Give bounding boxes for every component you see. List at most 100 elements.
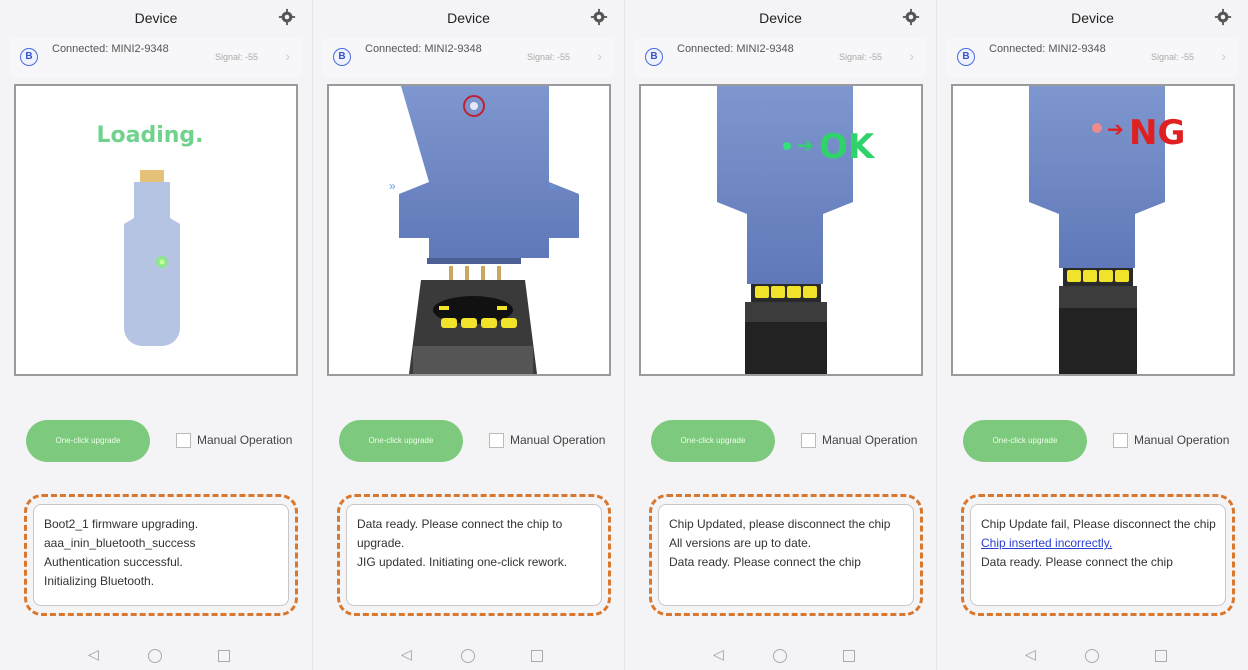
- screen-ok: Device B Connected: MINI2-9348 Signal: -…: [624, 0, 936, 670]
- log-line: Chip Updated, please disconnect the chip: [669, 517, 891, 531]
- status-overlay: OK: [819, 127, 876, 167]
- connected-label: Connected: MINI2-9348: [989, 43, 1106, 55]
- connection-row[interactable]: B Connected: MINI2-9348 Signal: -55 ›: [323, 38, 614, 78]
- manual-operation-toggle[interactable]: Manual Operation: [801, 430, 917, 450]
- title-bar: Device: [313, 4, 624, 32]
- chevron-down-icon: »: [389, 179, 396, 193]
- log-line: Chip Update fail, Please disconnect the …: [981, 517, 1216, 531]
- system-nav-bar: ◁: [937, 640, 1248, 670]
- gear-icon[interactable]: [590, 8, 608, 26]
- back-triangle-icon[interactable]: ◁: [713, 646, 724, 663]
- device-illustration: Loading.: [14, 84, 298, 376]
- log-line: Boot2_1 firmware upgrading.: [44, 517, 199, 531]
- signal-label: Signal: -55: [214, 52, 258, 62]
- manual-operation-label: Manual Operation: [197, 433, 293, 447]
- status-overlay: Loading.: [96, 123, 203, 148]
- home-circle-icon[interactable]: [148, 649, 162, 663]
- log-highlight: Chip Update fail, Please disconnect the …: [961, 494, 1235, 616]
- one-click-upgrade-button[interactable]: One-click upgrade: [651, 420, 775, 462]
- page-title: Device: [134, 10, 178, 26]
- bluetooth-icon: B: [20, 48, 38, 66]
- log-box: Chip Update fail, Please disconnect the …: [970, 504, 1226, 606]
- chevron-right-icon: ›: [285, 48, 290, 64]
- recent-square-icon[interactable]: [218, 650, 230, 662]
- home-circle-icon[interactable]: [773, 649, 787, 663]
- log-line: Data ready. Please connect the chip: [981, 555, 1173, 569]
- manual-operation-toggle[interactable]: Manual Operation: [176, 430, 292, 450]
- connected-label: Connected: MINI2-9348: [677, 43, 794, 55]
- connection-row[interactable]: B Connected: MINI2-9348 Signal: -55 ›: [635, 38, 926, 78]
- one-click-upgrade-button[interactable]: One-click upgrade: [963, 420, 1087, 462]
- home-circle-icon[interactable]: [1085, 649, 1099, 663]
- screen-data-ready: Device B Connected: MINI2-9348 Signal: -…: [312, 0, 624, 670]
- manual-operation-checkbox[interactable]: [489, 432, 504, 448]
- page-title: Device: [759, 10, 802, 26]
- bluetooth-icon: B: [957, 48, 975, 66]
- recent-square-icon[interactable]: [531, 650, 543, 662]
- page-title: Device: [447, 10, 490, 26]
- manual-operation-checkbox[interactable]: [1113, 432, 1128, 448]
- title-bar: Device: [625, 4, 936, 32]
- log-line: JIG updated. Initiating one-click rework…: [357, 555, 568, 569]
- connection-row[interactable]: B Connected: MINI2-9348 Signal: -55 ›: [10, 38, 302, 78]
- chevron-right-icon: ›: [909, 48, 914, 64]
- home-circle-icon[interactable]: [461, 649, 475, 663]
- status-overlay: NG: [1129, 113, 1185, 153]
- manual-operation-toggle[interactable]: Manual Operation: [1113, 430, 1229, 450]
- back-triangle-icon[interactable]: ◁: [88, 646, 99, 663]
- log-line: All versions are up to date.: [669, 536, 812, 550]
- log-highlight: Data ready. Please connect the chip to u…: [337, 494, 611, 616]
- system-nav-bar: ◁: [313, 640, 624, 670]
- back-triangle-icon[interactable]: ◁: [1025, 646, 1036, 663]
- log-highlight: Chip Updated, please disconnect the chip…: [649, 494, 923, 616]
- chevron-right-icon: ›: [1221, 48, 1226, 64]
- connection-row[interactable]: B Connected: MINI2-9348 Signal: -55 ›: [947, 38, 1238, 78]
- screens-row: Device B Connected: MINI2-9348 Signal: -…: [0, 0, 1248, 670]
- chevron-down-icon: »: [549, 179, 556, 193]
- page-title: Device: [1071, 10, 1114, 26]
- signal-label: Signal: -55: [838, 52, 882, 62]
- system-nav-bar: ◁: [625, 640, 936, 670]
- title-bar: Device: [0, 4, 312, 32]
- chevron-right-icon: ›: [597, 48, 602, 64]
- one-click-upgrade-button[interactable]: One-click upgrade: [339, 420, 463, 462]
- manual-operation-checkbox[interactable]: [801, 432, 816, 448]
- log-line: Authentication successful.: [44, 555, 183, 569]
- screen-ng: Device B Connected: MINI2-9348 Signal: -…: [936, 0, 1248, 670]
- signal-label: Signal: -55: [1150, 52, 1194, 62]
- svg-text:➔: ➔: [1107, 119, 1124, 141]
- system-nav-bar: ◁: [0, 640, 312, 670]
- log-box: Chip Updated, please disconnect the chip…: [658, 504, 914, 606]
- gear-icon[interactable]: [278, 8, 296, 26]
- device-illustration: ➔ OK: [639, 84, 923, 376]
- log-box: Boot2_1 firmware upgrading. aaa_inin_blu…: [33, 504, 289, 606]
- title-bar: Device: [937, 4, 1248, 32]
- manual-operation-label: Manual Operation: [510, 433, 606, 447]
- screen-loading: Device B Connected: MINI2-9348 Signal: -…: [0, 0, 312, 670]
- gear-icon[interactable]: [902, 8, 920, 26]
- manual-operation-toggle[interactable]: Manual Operation: [489, 430, 605, 450]
- manual-operation-label: Manual Operation: [822, 433, 918, 447]
- bluetooth-icon: B: [333, 48, 351, 66]
- back-triangle-icon[interactable]: ◁: [401, 646, 412, 663]
- log-highlight: Boot2_1 firmware upgrading. aaa_inin_blu…: [24, 494, 298, 616]
- log-line: Data ready. Please connect the chip: [669, 555, 861, 569]
- signal-label: Signal: -55: [526, 52, 570, 62]
- log-line: Initializing Bluetooth.: [44, 574, 155, 588]
- log-line: aaa_inin_bluetooth_success: [44, 536, 196, 550]
- gear-icon[interactable]: [1214, 8, 1232, 26]
- device-illustration: » »: [327, 84, 611, 376]
- connected-label: Connected: MINI2-9348: [52, 43, 169, 55]
- one-click-upgrade-button[interactable]: One-click upgrade: [26, 420, 150, 462]
- recent-square-icon[interactable]: [843, 650, 855, 662]
- log-line: Data ready. Please connect the chip to u…: [357, 517, 563, 550]
- log-box: Data ready. Please connect the chip to u…: [346, 504, 602, 606]
- recent-square-icon[interactable]: [1155, 650, 1167, 662]
- device-illustration: ➔ NG: [951, 84, 1235, 376]
- svg-text:➔: ➔: [797, 135, 814, 157]
- bluetooth-icon: B: [645, 48, 663, 66]
- connected-label: Connected: MINI2-9348: [365, 43, 482, 55]
- manual-operation-label: Manual Operation: [1134, 433, 1230, 447]
- log-line-link[interactable]: Chip inserted incorrectly.: [981, 534, 1217, 553]
- manual-operation-checkbox[interactable]: [176, 432, 191, 448]
